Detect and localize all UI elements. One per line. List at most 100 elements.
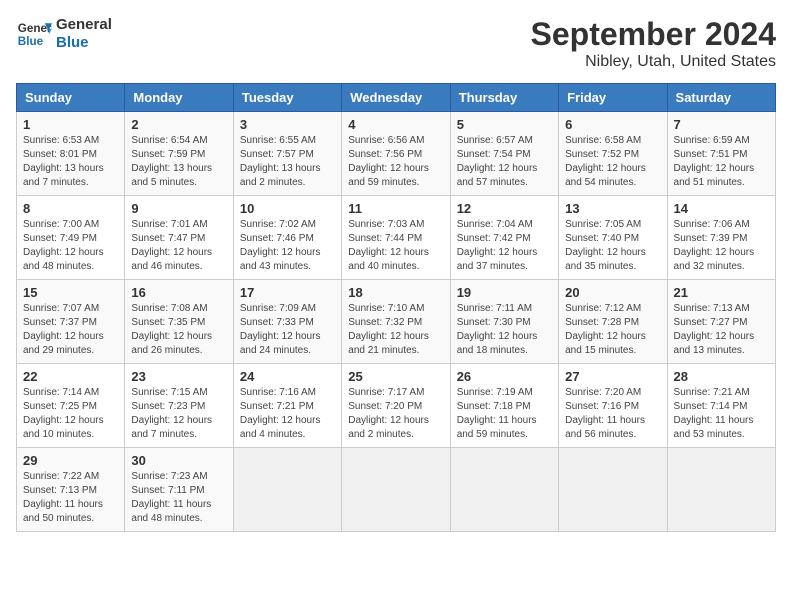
calendar-cell: 22 Sunrise: 7:14 AM Sunset: 7:25 PM Dayli… — [17, 364, 125, 448]
day-number: 18 — [348, 285, 443, 300]
calendar-cell: 29 Sunrise: 7:22 AM Sunset: 7:13 PM Dayli… — [17, 448, 125, 532]
day-info: Sunrise: 7:13 AM Sunset: 7:27 PM Dayligh… — [674, 302, 769, 358]
calendar-header-row: SundayMondayTuesdayWednesdayThursdayFrid… — [17, 84, 776, 112]
day-number: 4 — [348, 117, 443, 132]
week-row-1: 8 Sunrise: 7:00 AM Sunset: 7:49 PM Daylig… — [17, 196, 776, 280]
calendar-cell: 23Sunrise: 7:15 AM Sunset: 7:23 PM Dayli… — [125, 364, 233, 448]
day-number: 5 — [457, 117, 552, 132]
week-row-0: 1 Sunrise: 6:53 AM Sunset: 8:01 PM Daylig… — [17, 112, 776, 196]
day-info: Sunrise: 7:17 AM Sunset: 7:20 PM Dayligh… — [348, 386, 443, 442]
header-tuesday: Tuesday — [233, 84, 341, 112]
day-number: 20 — [565, 285, 660, 300]
calendar-cell: 3Sunrise: 6:55 AM Sunset: 7:57 PM Daylig… — [233, 112, 341, 196]
week-row-4: 29 Sunrise: 7:22 AM Sunset: 7:13 PM Dayli… — [17, 448, 776, 532]
day-info: Sunrise: 7:09 AM Sunset: 7:33 PM Dayligh… — [240, 302, 335, 358]
day-info: Sunrise: 6:55 AM Sunset: 7:57 PM Dayligh… — [240, 134, 335, 190]
day-number: 14 — [674, 201, 769, 216]
calendar-cell: 11 Sunrise: 7:03 AM Sunset: 7:44 PM Dayli… — [342, 196, 450, 280]
day-info: Sunrise: 7:05 AM Sunset: 7:40 PM Dayligh… — [565, 218, 660, 274]
day-info: Sunrise: 7:00 AM Sunset: 7:49 PM Dayligh… — [23, 218, 118, 274]
header-sunday: Sunday — [17, 84, 125, 112]
calendar-body: 1 Sunrise: 6:53 AM Sunset: 8:01 PM Daylig… — [17, 112, 776, 532]
day-number: 7 — [674, 117, 769, 132]
day-number: 13 — [565, 201, 660, 216]
day-number: 17 — [240, 285, 335, 300]
day-info: Sunrise: 7:08 AM Sunset: 7:35 PM Dayligh… — [131, 302, 226, 358]
day-info: Sunrise: 7:20 AM Sunset: 7:16 PM Dayligh… — [565, 386, 660, 442]
calendar-cell: 6 Sunrise: 6:58 AM Sunset: 7:52 PM Daylig… — [559, 112, 667, 196]
day-info: Sunrise: 7:22 AM Sunset: 7:13 PM Dayligh… — [23, 470, 118, 526]
calendar-cell: 9 Sunrise: 7:01 AM Sunset: 7:47 PM Daylig… — [125, 196, 233, 280]
day-number: 15 — [23, 285, 118, 300]
day-number: 25 — [348, 369, 443, 384]
calendar-cell: 16 Sunrise: 7:08 AM Sunset: 7:35 PM Dayli… — [125, 280, 233, 364]
calendar-cell: 15 Sunrise: 7:07 AM Sunset: 7:37 PM Dayli… — [17, 280, 125, 364]
day-number: 8 — [23, 201, 118, 216]
day-info: Sunrise: 7:12 AM Sunset: 7:28 PM Dayligh… — [565, 302, 660, 358]
calendar-cell: 20 Sunrise: 7:12 AM Sunset: 7:28 PM Dayli… — [559, 280, 667, 364]
page-header: General Blue General Blue September 2024… — [16, 16, 776, 71]
calendar-cell: 5 Sunrise: 6:57 AM Sunset: 7:54 PM Daylig… — [450, 112, 558, 196]
calendar-cell: 28 Sunrise: 7:21 AM Sunset: 7:14 PM Dayli… — [667, 364, 775, 448]
day-info: Sunrise: 7:01 AM Sunset: 7:47 PM Dayligh… — [131, 218, 226, 274]
calendar-cell: 21 Sunrise: 7:13 AM Sunset: 7:27 PM Dayli… — [667, 280, 775, 364]
svg-text:Blue: Blue — [18, 35, 44, 48]
day-info: Sunrise: 7:19 AM Sunset: 7:18 PM Dayligh… — [457, 386, 552, 442]
day-info: Sunrise: 7:07 AM Sunset: 7:37 PM Dayligh… — [23, 302, 118, 358]
day-info: Sunrise: 7:06 AM Sunset: 7:39 PM Dayligh… — [674, 218, 769, 274]
header-wednesday: Wednesday — [342, 84, 450, 112]
logo-general: General — [56, 16, 112, 34]
day-number: 19 — [457, 285, 552, 300]
day-number: 29 — [23, 453, 118, 468]
day-info: Sunrise: 6:57 AM Sunset: 7:54 PM Dayligh… — [457, 134, 552, 190]
calendar-cell: 26Sunrise: 7:19 AM Sunset: 7:18 PM Dayli… — [450, 364, 558, 448]
calendar-cell: 25 Sunrise: 7:17 AM Sunset: 7:20 PM Dayli… — [342, 364, 450, 448]
calendar-cell: 2Sunrise: 6:54 AM Sunset: 7:59 PM Daylig… — [125, 112, 233, 196]
header-thursday: Thursday — [450, 84, 558, 112]
logo-icon: General Blue — [16, 16, 52, 52]
day-info: Sunrise: 6:58 AM Sunset: 7:52 PM Dayligh… — [565, 134, 660, 190]
day-number: 30 — [131, 453, 226, 468]
calendar-cell: 24Sunrise: 7:16 AM Sunset: 7:21 PM Dayli… — [233, 364, 341, 448]
day-info: Sunrise: 7:10 AM Sunset: 7:32 PM Dayligh… — [348, 302, 443, 358]
day-info: Sunrise: 7:03 AM Sunset: 7:44 PM Dayligh… — [348, 218, 443, 274]
day-number: 12 — [457, 201, 552, 216]
calendar-cell — [342, 448, 450, 532]
calendar-title: September 2024 — [531, 16, 776, 53]
day-info: Sunrise: 6:59 AM Sunset: 7:51 PM Dayligh… — [674, 134, 769, 190]
calendar-cell: 4Sunrise: 6:56 AM Sunset: 7:56 PM Daylig… — [342, 112, 450, 196]
calendar-cell: 10 Sunrise: 7:02 AM Sunset: 7:46 PM Dayli… — [233, 196, 341, 280]
calendar-cell — [233, 448, 341, 532]
day-number: 10 — [240, 201, 335, 216]
day-info: Sunrise: 7:04 AM Sunset: 7:42 PM Dayligh… — [457, 218, 552, 274]
day-number: 16 — [131, 285, 226, 300]
calendar-cell: 1 Sunrise: 6:53 AM Sunset: 8:01 PM Daylig… — [17, 112, 125, 196]
week-row-3: 22 Sunrise: 7:14 AM Sunset: 7:25 PM Dayli… — [17, 364, 776, 448]
calendar-subtitle: Nibley, Utah, United States — [531, 53, 776, 71]
day-number: 27 — [565, 369, 660, 384]
logo-blue: Blue — [56, 34, 112, 52]
day-number: 1 — [23, 117, 118, 132]
calendar-cell: 27 Sunrise: 7:20 AM Sunset: 7:16 PM Dayli… — [559, 364, 667, 448]
day-info: Sunrise: 6:53 AM Sunset: 8:01 PM Dayligh… — [23, 134, 118, 190]
title-block: September 2024 Nibley, Utah, United Stat… — [531, 16, 776, 71]
day-number: 22 — [23, 369, 118, 384]
header-monday: Monday — [125, 84, 233, 112]
calendar-cell — [450, 448, 558, 532]
day-number: 9 — [131, 201, 226, 216]
day-number: 28 — [674, 369, 769, 384]
day-info: Sunrise: 7:14 AM Sunset: 7:25 PM Dayligh… — [23, 386, 118, 442]
day-number: 21 — [674, 285, 769, 300]
calendar-cell: 8 Sunrise: 7:00 AM Sunset: 7:49 PM Daylig… — [17, 196, 125, 280]
day-info: Sunrise: 7:21 AM Sunset: 7:14 PM Dayligh… — [674, 386, 769, 442]
day-info: Sunrise: 7:02 AM Sunset: 7:46 PM Dayligh… — [240, 218, 335, 274]
calendar-cell — [667, 448, 775, 532]
calendar-table: SundayMondayTuesdayWednesdayThursdayFrid… — [16, 83, 776, 532]
day-number: 6 — [565, 117, 660, 132]
day-info: Sunrise: 7:15 AM Sunset: 7:23 PM Dayligh… — [131, 386, 226, 442]
day-number: 11 — [348, 201, 443, 216]
day-number: 24 — [240, 369, 335, 384]
calendar-cell: 30Sunrise: 7:23 AM Sunset: 7:11 PM Dayli… — [125, 448, 233, 532]
calendar-cell: 14 Sunrise: 7:06 AM Sunset: 7:39 PM Dayli… — [667, 196, 775, 280]
header-saturday: Saturday — [667, 84, 775, 112]
